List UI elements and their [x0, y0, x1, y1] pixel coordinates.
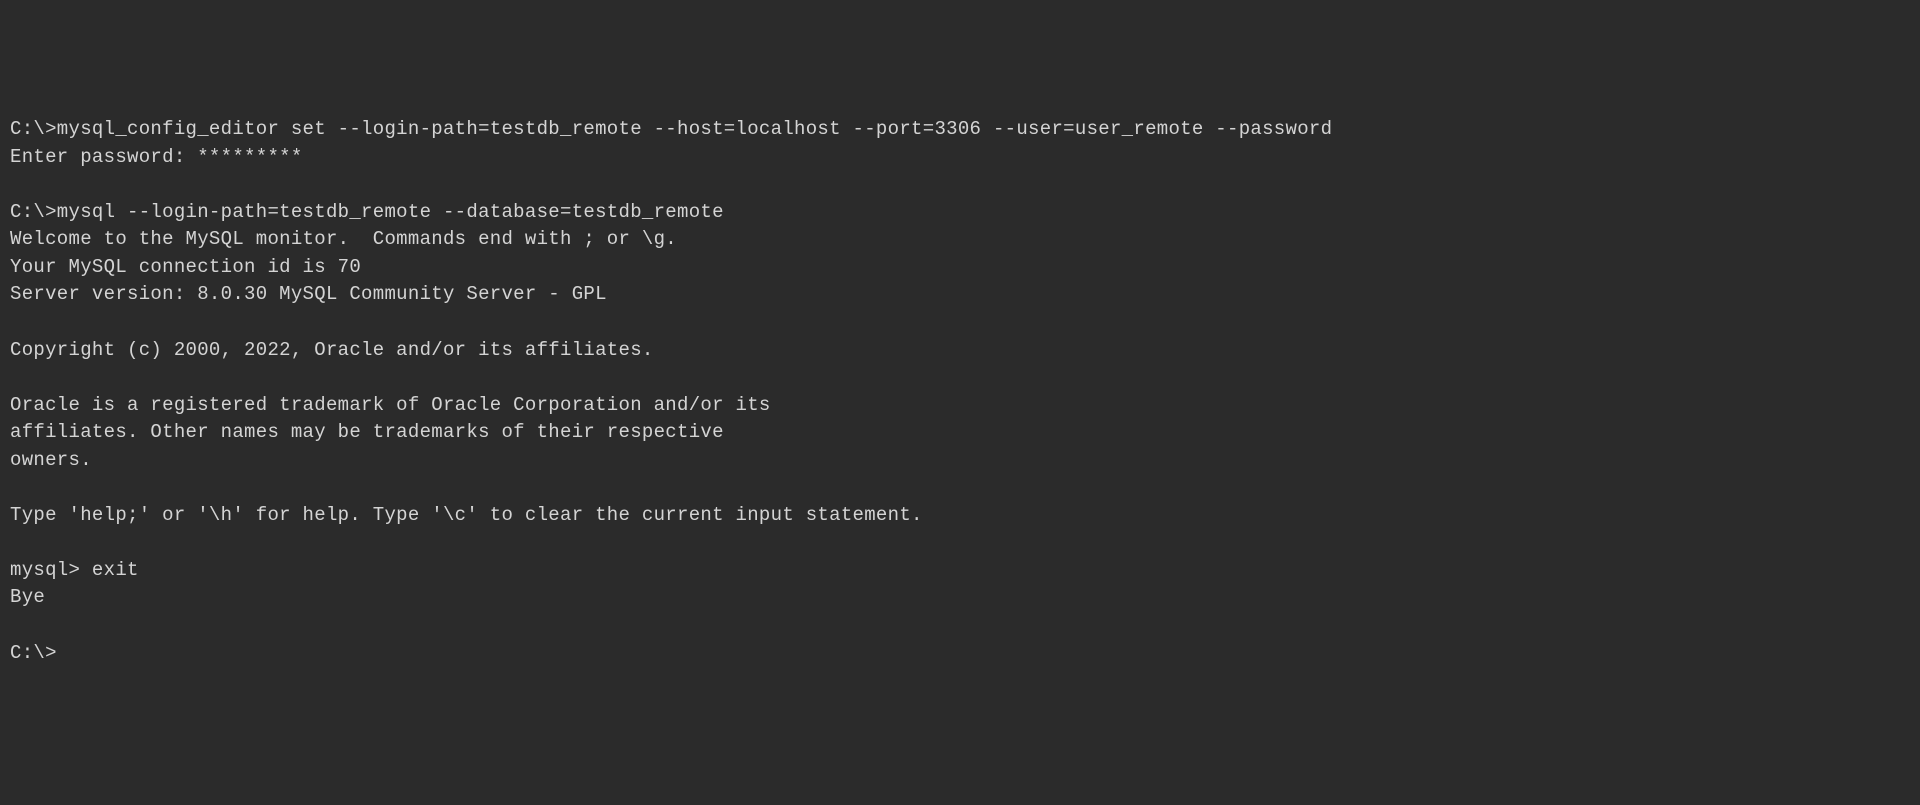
terminal-line: Your MySQL connection id is 70	[10, 254, 1910, 282]
terminal-line	[10, 364, 1910, 392]
terminal-line: mysql> exit	[10, 557, 1910, 585]
terminal-line: C:\>mysql --login-path=testdb_remote --d…	[10, 199, 1910, 227]
terminal-line: Enter password: *********	[10, 144, 1910, 172]
terminal-line: C:\>mysql_config_editor set --login-path…	[10, 116, 1910, 144]
terminal-line	[10, 171, 1910, 199]
terminal-prompt: C:\>	[10, 640, 1910, 668]
terminal-line: Type 'help;' or '\h' for help. Type '\c'…	[10, 502, 1910, 530]
terminal-line	[10, 309, 1910, 337]
terminal-line	[10, 612, 1910, 640]
terminal-line: Oracle is a registered trademark of Orac…	[10, 392, 1910, 420]
terminal-output[interactable]: C:\>mysql_config_editor set --login-path…	[10, 116, 1910, 667]
terminal-line: Copyright (c) 2000, 2022, Oracle and/or …	[10, 337, 1910, 365]
terminal-line	[10, 474, 1910, 502]
terminal-line: owners.	[10, 447, 1910, 475]
terminal-line: affiliates. Other names may be trademark…	[10, 419, 1910, 447]
terminal-line: Welcome to the MySQL monitor. Commands e…	[10, 226, 1910, 254]
terminal-line: Bye	[10, 584, 1910, 612]
terminal-line: Server version: 8.0.30 MySQL Community S…	[10, 281, 1910, 309]
terminal-line	[10, 529, 1910, 557]
